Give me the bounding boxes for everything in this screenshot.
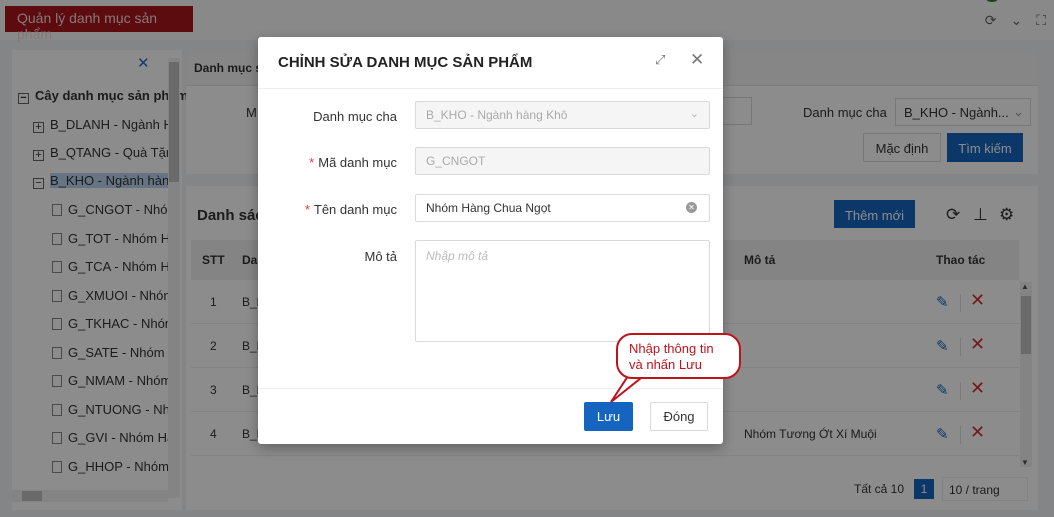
divider [258, 88, 723, 89]
chevron-down-icon: ⌄ [689, 108, 699, 120]
divider [258, 388, 723, 389]
close-button[interactable]: Đóng [650, 402, 708, 431]
save-button[interactable]: Lưu [584, 402, 633, 431]
instruction-callout: Nhập thông tin và nhấn Lưu [616, 333, 741, 379]
category-name-field[interactable]: Nhóm Hàng Chua Ngọt ✕ [415, 194, 710, 222]
modal-title: CHỈNH SỬA DANH MỤC SẢN PHẨM [278, 54, 533, 71]
description-field[interactable]: Nhập mô tả [415, 240, 710, 342]
category-name-label: * Tên danh mục [304, 202, 397, 217]
category-code-field[interactable]: G_CNGOT [415, 147, 710, 175]
parent-category-label: Danh mục cha [313, 109, 397, 124]
close-icon[interactable]: ✕ [690, 50, 704, 70]
clear-icon[interactable]: ✕ [686, 202, 697, 213]
parent-category-field[interactable]: B_KHO - Ngành hàng Khô ⌄ [415, 101, 710, 129]
description-label: Mô tả [364, 249, 397, 264]
expand-icon[interactable]: ⤢ [655, 52, 665, 68]
required-mark: * [304, 202, 310, 217]
category-code-label: * Mã danh mục [309, 155, 397, 170]
edit-category-modal: CHỈNH SỬA DANH MỤC SẢN PHẨM ⤢ ✕ Danh mục… [258, 37, 723, 444]
required-mark: * [309, 155, 315, 170]
